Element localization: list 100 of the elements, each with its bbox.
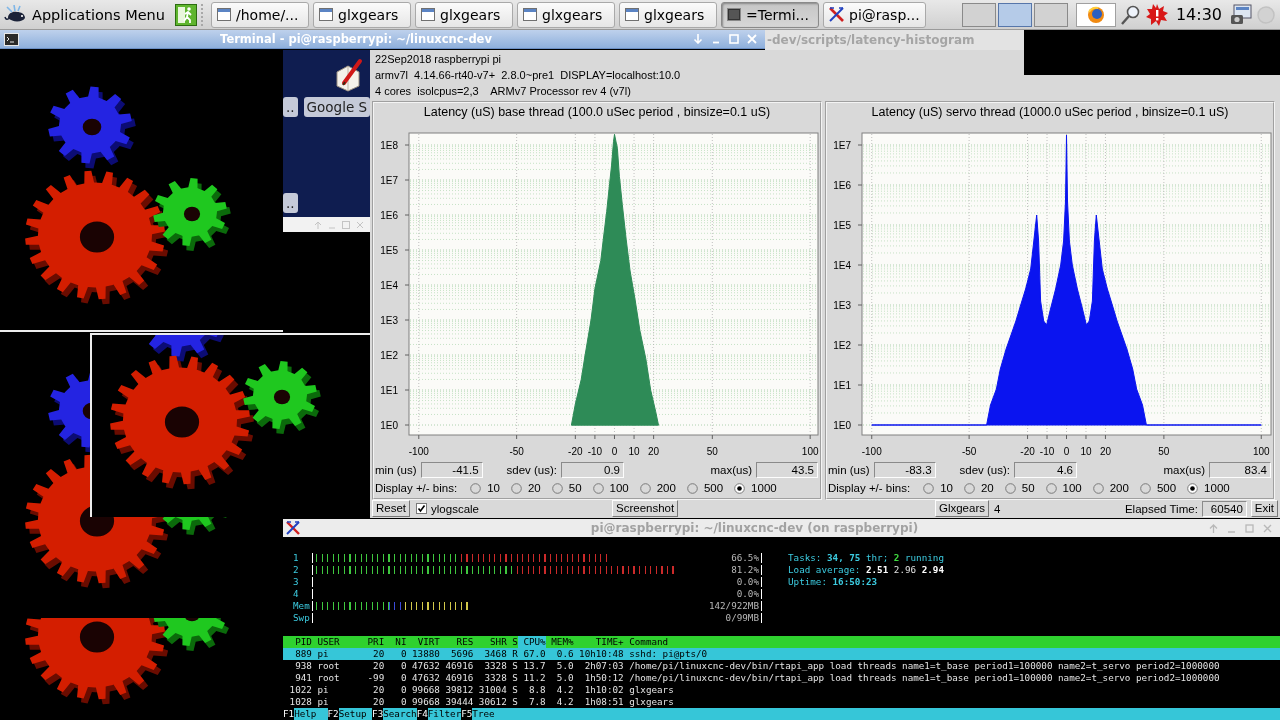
elapsed-time-field: 60540 (1201, 500, 1247, 517)
function-key-button[interactable]: F3Search (372, 708, 417, 720)
taskbar-window-button[interactable]: glxgears (415, 1, 513, 28)
taskbar-window-button[interactable]: glxgears (313, 1, 411, 28)
bin-radio-option[interactable]: 200 (1092, 482, 1129, 494)
column-header[interactable]: TIME+ (573, 636, 624, 648)
axis-tick-label: 1E6 (833, 179, 851, 191)
meter-value: 142/922MB (708, 600, 759, 612)
axis-tick-label: 1E0 (833, 419, 851, 431)
bin-radio-option[interactable]: 50 (1004, 482, 1035, 494)
axis-tick-label: 1E8 (380, 139, 398, 151)
table-cell-text: root (316, 660, 341, 672)
taskbar-window-button[interactable]: /home/... (211, 1, 309, 28)
bin-radio-option[interactable]: 500 (686, 482, 724, 494)
axis-tick-label: 100 (801, 446, 819, 457)
up-arrow-icon[interactable] (314, 220, 322, 229)
axis-tick-label: -10 (1039, 446, 1055, 457)
alert-icon[interactable] (1145, 3, 1168, 26)
taskbar-window-button[interactable]: pi@rasp... (823, 1, 926, 28)
meter-value: 81.2% (731, 564, 759, 576)
glxgears-button[interactable]: Glxgears (934, 500, 989, 517)
taskbar-window-button[interactable]: glxgears (619, 1, 717, 28)
count-field[interactable]: 4 (992, 500, 1120, 517)
pencil-icon (334, 58, 364, 92)
table-cell-text: 0 (399, 660, 407, 672)
close-icon[interactable] (1263, 523, 1272, 533)
bin-radio-option[interactable]: 200 (639, 482, 676, 494)
table-cell-text: 39812 (444, 684, 474, 696)
maximize-icon[interactable] (1245, 523, 1254, 533)
axis-tick-label: 1E2 (833, 339, 851, 351)
process-row[interactable]: 889 pi 20 0 13880 5696 3468 R 67.0 0.6 10h10:48 sshd: pi@pts/0 (283, 648, 1280, 660)
bin-radio-option[interactable]: 1000 (1187, 482, 1230, 494)
reset-button[interactable]: Reset (372, 500, 411, 517)
function-key-button[interactable]: F1Help (283, 708, 328, 720)
table-cell-text: 13.7 (522, 660, 546, 672)
camera-icon[interactable] (1230, 3, 1252, 26)
web-browser-icon[interactable] (1075, 2, 1116, 27)
axis-tick-label: 1E4 (380, 279, 398, 291)
browser-button[interactable]: Google S (303, 97, 370, 117)
ylogscale-checkbox[interactable]: ylogscale (416, 502, 479, 515)
process-row[interactable]: 938 root 20 0 47632 46916 3328 S 13.7 5.0 2h07:03 /home/pi/linuxcnc-dev/bin/rtapi_app load threads name1=t_base period1=100000 name2=t_servo period2=1000000 (283, 660, 1280, 672)
bin-radio-option[interactable]: 50 (551, 482, 582, 494)
column-header[interactable]: NI (384, 636, 407, 648)
bin-radio-option[interactable]: 10 (470, 482, 500, 494)
column-header[interactable]: S (506, 636, 518, 648)
meter-label: Swp (293, 612, 310, 624)
bin-radio-option[interactable]: 20 (963, 482, 994, 494)
table-cell-text: S (511, 684, 518, 696)
table-cell-text: 99668 (411, 696, 440, 708)
bin-radio-option[interactable]: 100 (592, 482, 629, 494)
up-arrow-icon[interactable] (1209, 523, 1218, 533)
axis-tick-label: -100 (408, 446, 429, 457)
running-figure-icon[interactable] (175, 3, 197, 26)
column-header[interactable]: RES (439, 636, 474, 648)
window-title: -dev/scripts/latency-histogram (767, 33, 975, 47)
column-header[interactable]: SHR (473, 636, 507, 648)
close-icon[interactable] (356, 220, 364, 229)
bin-radio-option[interactable]: 1000 (734, 482, 777, 494)
window-icon (625, 8, 639, 21)
column-header[interactable]: PRI (367, 636, 385, 648)
down-arrow-icon[interactable] (693, 34, 703, 44)
browser-button[interactable]: .. (283, 193, 298, 213)
axis-tick-label: 10 (628, 446, 640, 457)
workspace-thumbnail[interactable] (961, 2, 996, 27)
stat-label: sdev (us): (506, 463, 558, 476)
search-icon[interactable] (1119, 3, 1142, 26)
bin-radio-option[interactable]: 20 (510, 482, 541, 494)
column-header[interactable]: CPU% (517, 636, 546, 648)
column-header[interactable]: VIRT (406, 636, 440, 648)
workspace-thumbnail[interactable] (997, 2, 1032, 27)
column-header[interactable]: USER (311, 636, 368, 648)
bin-radio-option[interactable]: 500 (1139, 482, 1177, 494)
axis-tick-label: 1E3 (380, 314, 398, 326)
system-summary-text: Load average: 2.51 2.96 2.94 (788, 564, 944, 576)
bin-radio-option[interactable]: 100 (1045, 482, 1082, 494)
system-summary-text: Tasks: 34, 75 thr; 2 running (788, 552, 944, 564)
workspace-thumbnail[interactable] (1033, 2, 1068, 27)
column-header[interactable]: Command (623, 636, 1280, 648)
column-header[interactable]: MEM% (545, 636, 574, 648)
process-row[interactable]: 1022 pi 20 0 99668 39812 31004 S 8.8 4.2 1h10:02 glxgears (283, 684, 1280, 696)
clock-text[interactable]: 14:30 (1171, 5, 1226, 24)
browser-button[interactable]: .. (283, 97, 298, 117)
meter-value: 0.0% (736, 588, 759, 600)
screenshot-button[interactable]: Screenshot (612, 500, 679, 517)
taskbar-window-button[interactable]: =Termi... (721, 1, 819, 28)
function-key-button[interactable]: F2Setup (327, 708, 373, 720)
maximize-icon[interactable] (342, 220, 350, 229)
taskbar-window-button[interactable]: glxgears (517, 1, 615, 28)
window-title: pi@raspberrypi: ~/linuxcnc-dev (on raspberrypi) (589, 521, 920, 535)
applications-menu-button[interactable]: Applications Menu (0, 0, 169, 29)
process-row[interactable]: 941 root -99 0 47632 46916 3328 S 11.2 5.0 1h50:12 /home/pi/linuxcnc-dev/bin/rtapi_app load threads name1=t_base period1=100000 name2=t_servo period2=1000000 (283, 672, 1280, 684)
system-info-text: 4 cores isolcpus=2,3 ARMv7 Processor rev 4 (v7l) (374, 84, 631, 99)
column-header[interactable]: PID (284, 636, 312, 648)
exit-button[interactable]: Exit (1250, 500, 1278, 517)
meter-label: 3 (293, 576, 300, 588)
table-cell-text: 20 (372, 696, 385, 708)
axis-tick-label: -20 (568, 446, 583, 457)
process-row[interactable]: 1028 pi 20 0 99668 39444 30612 S 7.8 4.2 1h08:51 glxgears (283, 696, 1280, 708)
bin-radio-option[interactable]: 10 (923, 482, 953, 494)
table-cell-text: 0.6 (555, 648, 574, 660)
